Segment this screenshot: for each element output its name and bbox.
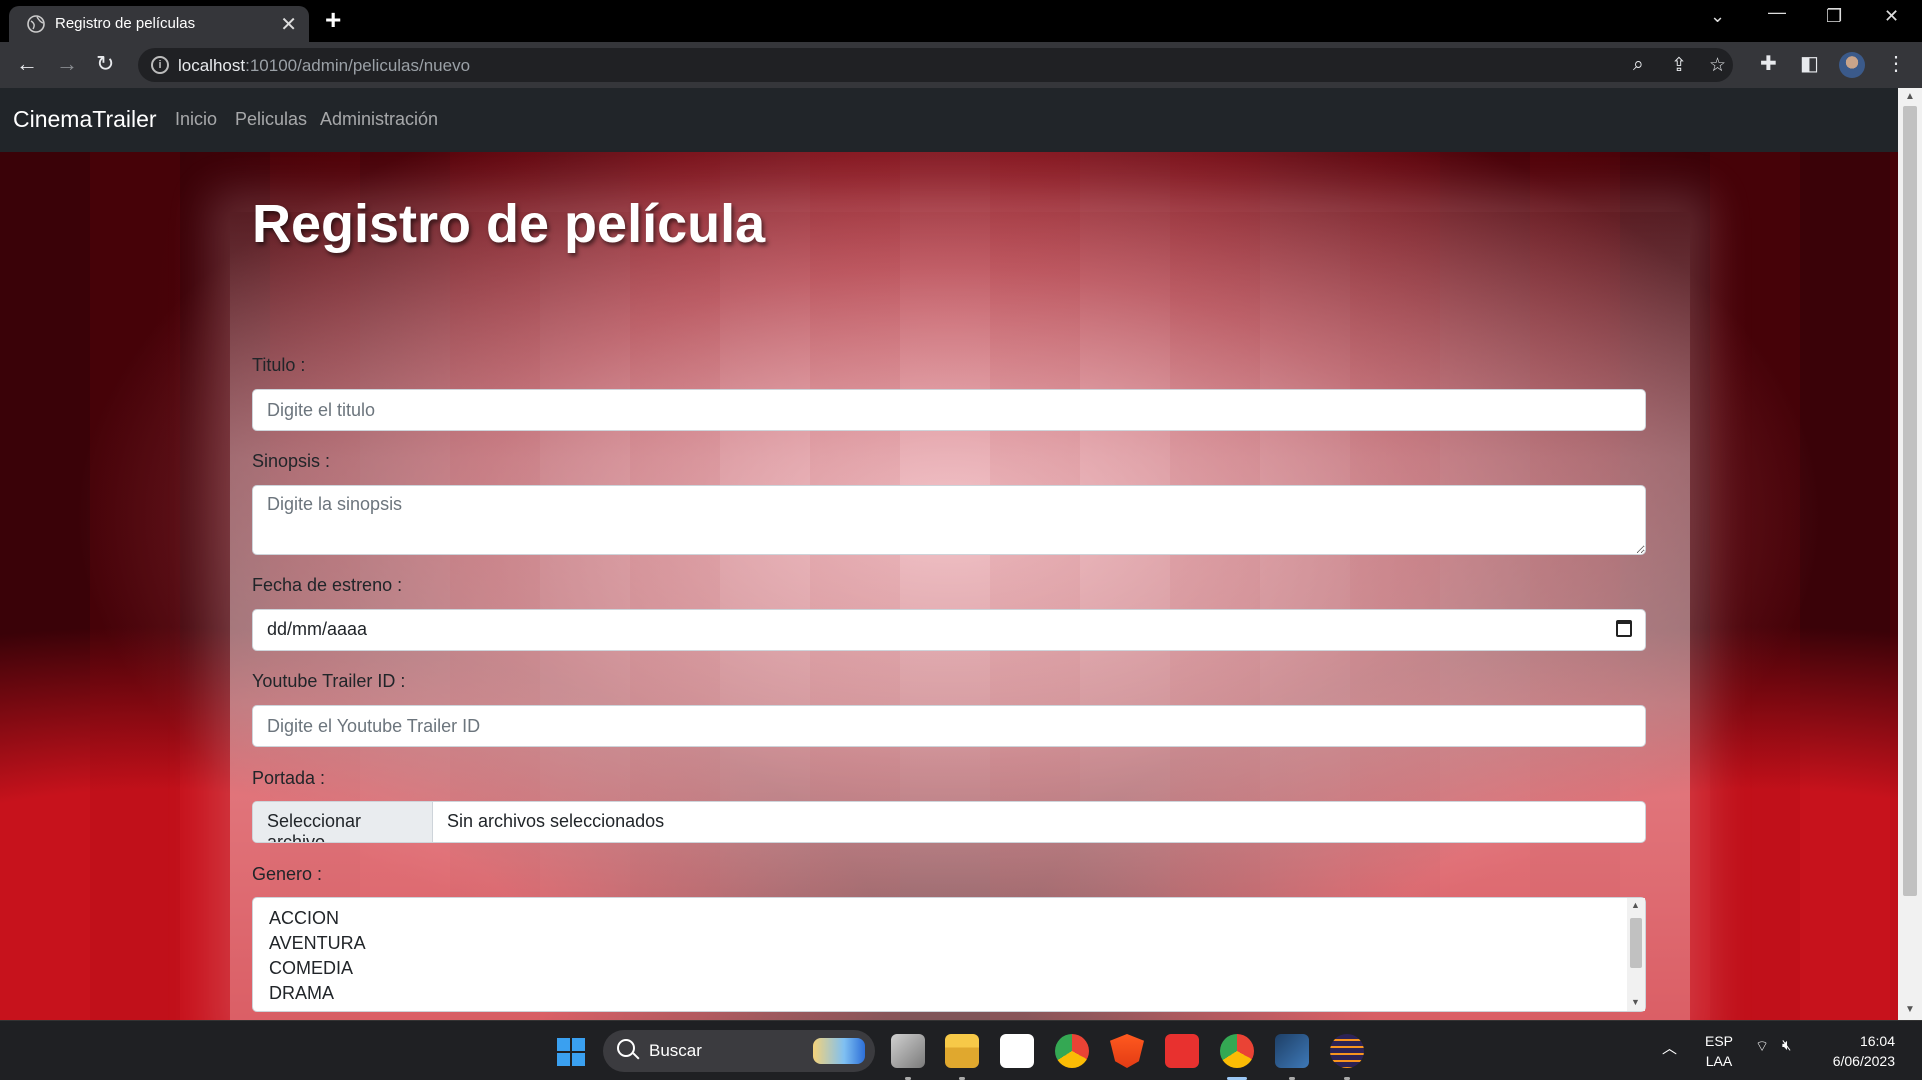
- page-viewport: CinemaTrailer Inicio Peliculas Administr…: [0, 88, 1922, 1020]
- forward-arrow-icon[interactable]: →: [56, 51, 78, 77]
- scroll-up-arrow-icon[interactable]: ▲: [1905, 91, 1915, 102]
- genero-option[interactable]: ACCION: [269, 908, 339, 929]
- page-scrollbar[interactable]: ▲ ▼: [1898, 88, 1922, 1020]
- reload-icon[interactable]: ↻: [96, 51, 114, 77]
- taskbar-search[interactable]: Buscar: [603, 1030, 875, 1072]
- clock-date: 6/06/2023: [1832, 1053, 1895, 1069]
- url-host: localhost: [178, 56, 246, 75]
- genero-label: Genero :: [252, 864, 323, 884]
- share-icon[interactable]: ⇪: [1671, 54, 1687, 77]
- globe-icon: [27, 15, 45, 33]
- bookmark-star-icon[interactable]: ☆: [1709, 54, 1726, 77]
- scroll-up-arrow-icon[interactable]: ▲: [1631, 900, 1640, 910]
- address-bar[interactable]: i localhost:10100/admin/peliculas/nuevo …: [138, 48, 1733, 82]
- sinopsis-textarea[interactable]: [252, 485, 1646, 555]
- browser-tab-active[interactable]: Registro de películas ✕: [9, 6, 309, 42]
- fecha-estreno-label: Fecha de estreno :: [252, 575, 403, 595]
- tab-search-chevron-icon[interactable]: ⌄: [1710, 6, 1725, 27]
- page-scrollbar-thumb[interactable]: [1903, 106, 1917, 896]
- tab-title: Registro de películas: [55, 15, 196, 32]
- minimize-icon[interactable]: —: [1768, 2, 1786, 23]
- genero-scrollbar[interactable]: ▲ ▼: [1627, 898, 1645, 1011]
- language-layout: LAA: [1705, 1053, 1733, 1069]
- wifi-icon[interactable]: ⌔: [1755, 1037, 1769, 1056]
- microsoft-store-icon[interactable]: [1000, 1034, 1034, 1068]
- url-path: :10100/admin/peliculas/nuevo: [245, 56, 471, 75]
- select-file-button[interactable]: Seleccionar archivo: [253, 802, 433, 842]
- browser-toolbar: ← → ↻ i localhost:10100/admin/peliculas/…: [0, 42, 1922, 88]
- extensions-puzzle-icon[interactable]: ✚: [1760, 51, 1777, 76]
- titulo-label: Titulo :: [252, 355, 306, 375]
- page-title: Registro de película: [252, 194, 766, 254]
- close-tab-icon[interactable]: ✕: [280, 12, 297, 37]
- portada-file-input[interactable]: Seleccionar archivo Sin archivos selecci…: [252, 801, 1646, 843]
- brave-browser-icon[interactable]: [1110, 1034, 1144, 1068]
- back-arrow-icon[interactable]: ←: [16, 51, 38, 77]
- nav-link-inicio[interactable]: Inicio: [175, 109, 217, 130]
- fecha-estreno-input[interactable]: dd/mm/aaaa: [252, 609, 1646, 651]
- nav-link-administracion[interactable]: Administración: [320, 109, 438, 130]
- search-icon: [617, 1039, 635, 1057]
- genero-option[interactable]: AVENTURA: [269, 933, 366, 954]
- file-explorer-icon[interactable]: [945, 1034, 979, 1080]
- profile-avatar[interactable]: [1839, 52, 1865, 78]
- scroll-down-arrow-icon[interactable]: ▼: [1631, 997, 1640, 1007]
- new-tab-button[interactable]: +: [325, 5, 341, 35]
- restore-icon[interactable]: ❐: [1826, 6, 1842, 27]
- browser-menu-icon[interactable]: ⋮: [1886, 51, 1906, 76]
- windows-taskbar: Buscar ︿ ESP LAA ⌔ 🔇︎ 16:04 6/06/2023: [0, 1020, 1922, 1080]
- windows-start-icon[interactable]: [557, 1038, 585, 1066]
- date-placeholder-text: dd/mm/aaaa: [267, 619, 368, 639]
- titulo-input[interactable]: [252, 389, 1646, 431]
- speaker-muted-icon[interactable]: 🔇︎: [1782, 1037, 1791, 1054]
- language-code: ESP: [1704, 1033, 1733, 1049]
- sinopsis-label: Sinopsis :: [252, 451, 331, 471]
- task-view-icon[interactable]: [891, 1034, 925, 1080]
- mysql-workbench-icon[interactable]: [1275, 1034, 1309, 1080]
- clock-time: 16:04: [1859, 1033, 1895, 1049]
- show-hidden-icons-chevron-icon[interactable]: ︿: [1662, 1037, 1677, 1058]
- brand-logo[interactable]: CinemaTrailer: [13, 106, 157, 133]
- chrome-active-icon[interactable]: [1220, 1034, 1254, 1080]
- clock[interactable]: 16:04 6/06/2023: [1815, 1031, 1895, 1071]
- calendar-icon[interactable]: [1616, 620, 1632, 637]
- scrollbar-thumb[interactable]: [1630, 918, 1642, 968]
- chrome-icon[interactable]: [1055, 1034, 1089, 1068]
- anydesk-icon[interactable]: [1165, 1034, 1199, 1068]
- genero-multiselect[interactable]: ACCION AVENTURA COMEDIA DRAMA ▲ ▼: [252, 897, 1646, 1012]
- browser-tab-strip: Registro de películas ✕ + ⌄ — ❐ ✕: [0, 0, 1922, 42]
- search-highlight-icon: [813, 1038, 865, 1064]
- genero-option[interactable]: COMEDIA: [269, 958, 353, 979]
- taskbar-search-text: Buscar: [649, 1041, 702, 1060]
- youtube-trailer-input[interactable]: [252, 705, 1646, 747]
- zoom-icon[interactable]: ⌕: [1633, 54, 1644, 76]
- eclipse-icon[interactable]: [1330, 1034, 1364, 1080]
- site-navbar: CinemaTrailer Inicio Peliculas Administr…: [0, 88, 1898, 152]
- url-text: localhost:10100/admin/peliculas/nuevo: [178, 56, 470, 76]
- scroll-down-arrow-icon[interactable]: ▼: [1905, 1004, 1915, 1015]
- input-language-indicator[interactable]: ESP LAA: [1703, 1031, 1735, 1071]
- portada-label: Portada :: [252, 768, 326, 788]
- youtube-trailer-label: Youtube Trailer ID :: [252, 671, 406, 691]
- file-status-text: Sin archivos seleccionados: [447, 811, 665, 831]
- close-window-icon[interactable]: ✕: [1884, 6, 1899, 27]
- side-panel-icon[interactable]: ◧: [1800, 51, 1819, 76]
- nav-link-peliculas[interactable]: Peliculas: [235, 109, 307, 130]
- genero-option[interactable]: DRAMA: [269, 983, 334, 1004]
- site-info-icon[interactable]: i: [151, 56, 169, 74]
